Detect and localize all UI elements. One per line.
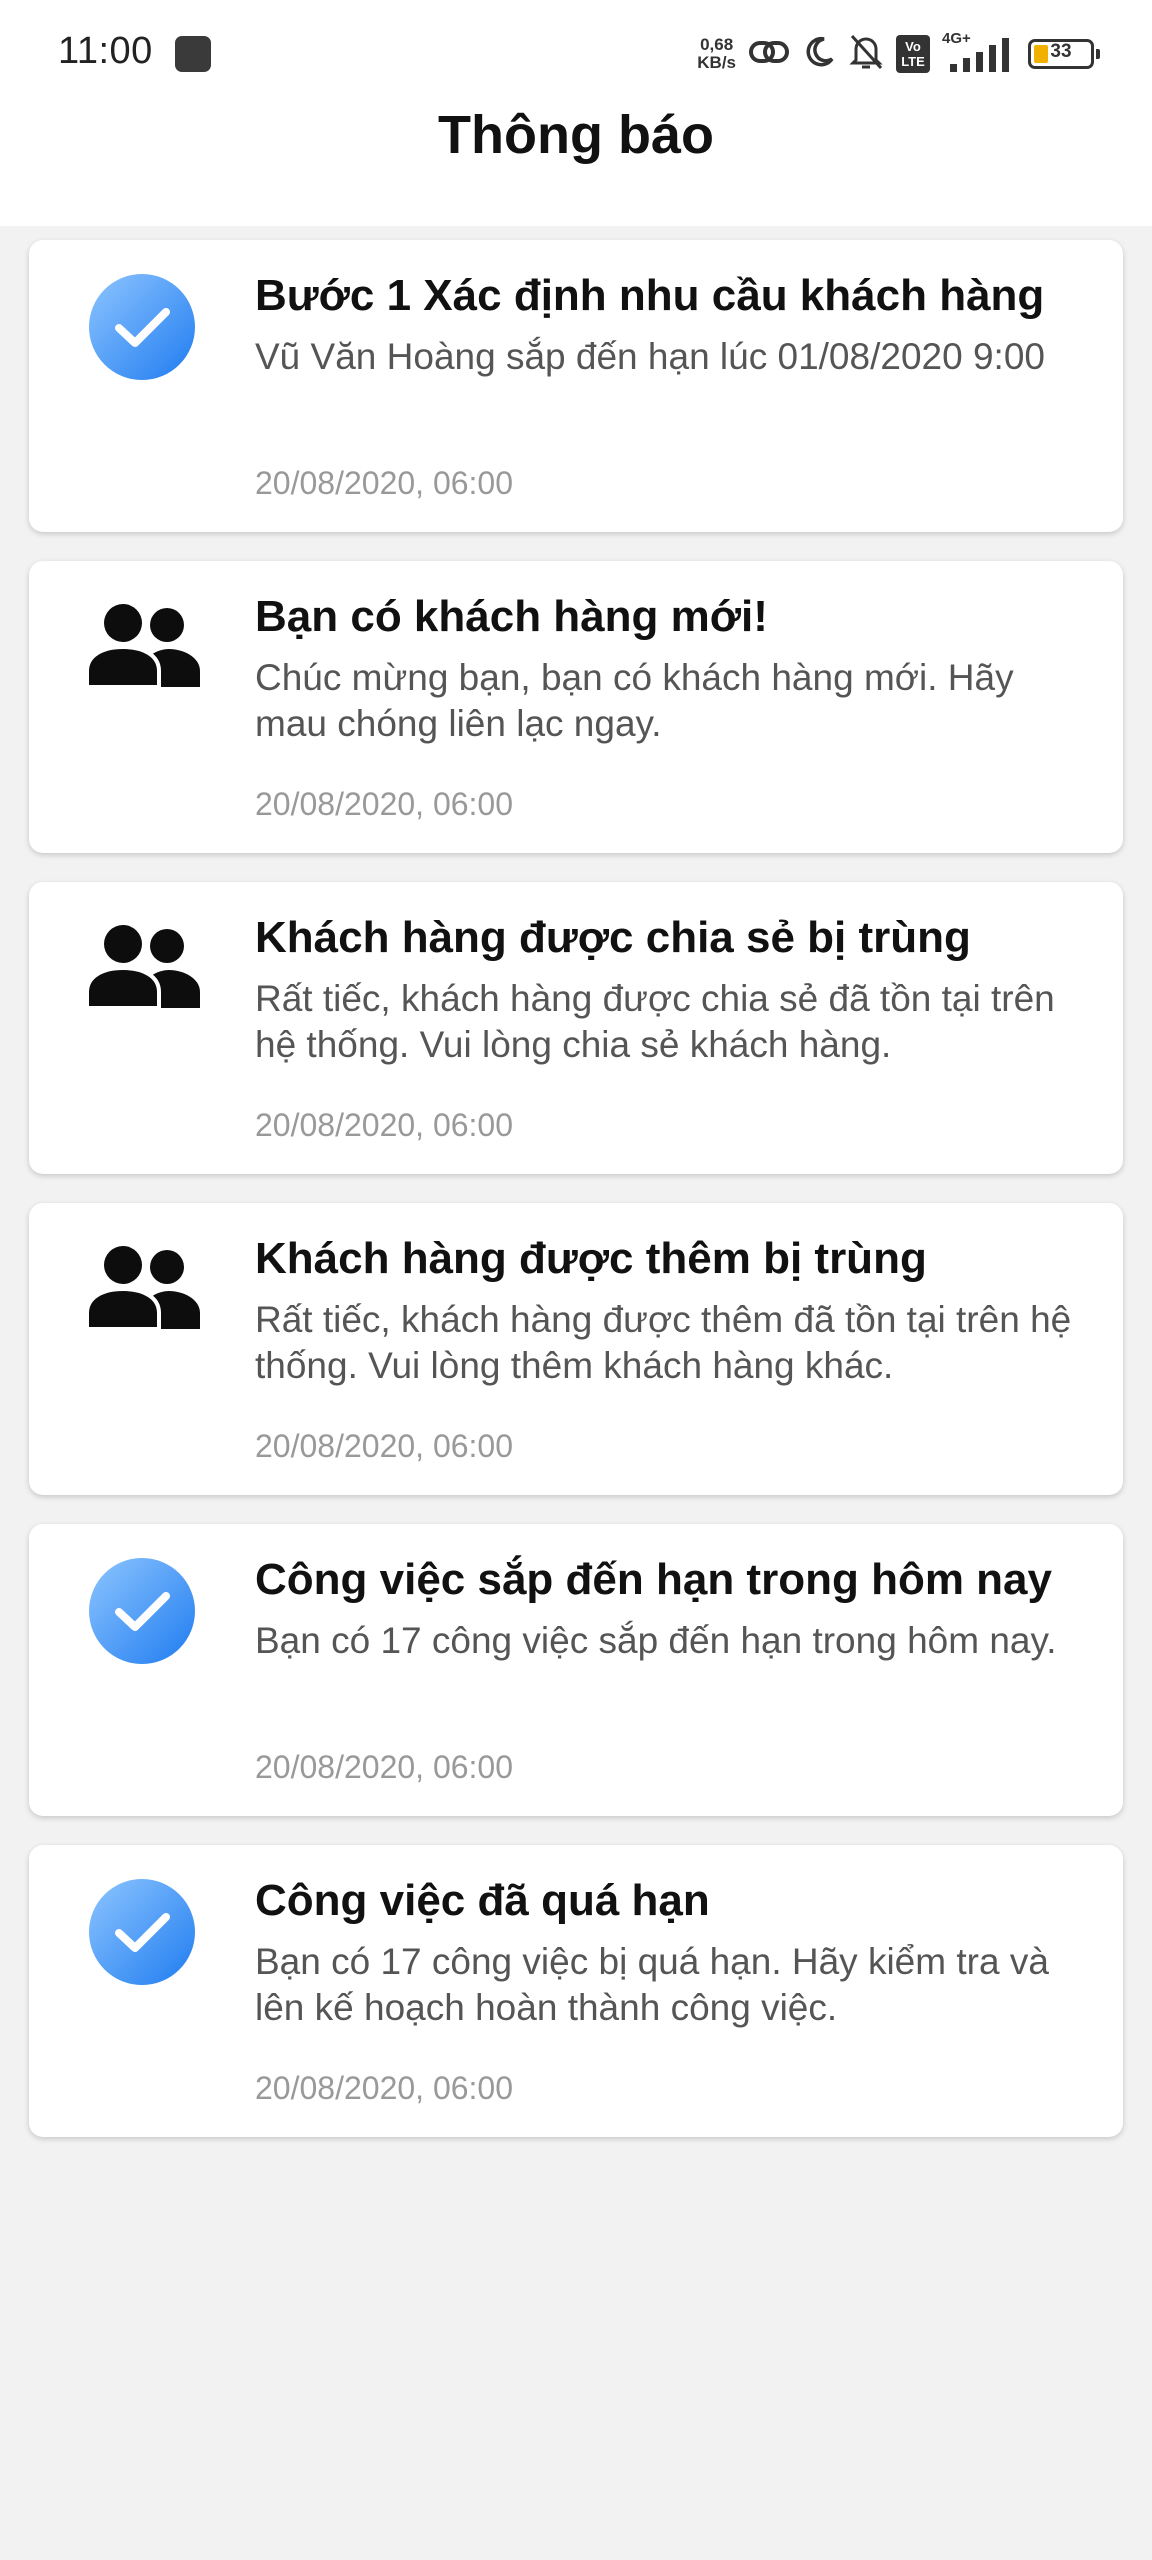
- battery-tip: [1096, 49, 1100, 59]
- notification-time: 20/08/2020, 06:00: [255, 2070, 514, 2106]
- notification-message: Chúc mừng bạn, bạn có khách hàng mới. Hã…: [255, 657, 1014, 744]
- notification-time: 20/08/2020, 06:00: [255, 1107, 514, 1143]
- notification-message: Bạn có 17 công việc sắp đến hạn trong hô…: [255, 1620, 1057, 1661]
- check-circle-icon: [89, 1558, 195, 1664]
- notification-card[interactable]: Bước 1 Xác định nhu cầu khách hàng Vũ Vă…: [29, 240, 1123, 532]
- check-circle-icon: [89, 1879, 195, 1985]
- notification-time: 20/08/2020, 06:00: [255, 1428, 514, 1464]
- notification-message: Bạn có 17 công việc bị quá hạn. Hãy kiểm…: [255, 1941, 1049, 2028]
- network-speed-unit: KB/s: [697, 53, 736, 72]
- notification-card[interactable]: Khách hàng được thêm bị trùng Rất tiếc, …: [29, 1203, 1123, 1495]
- notification-content: Khách hàng được chia sẻ bị trùng Rất tiế…: [255, 910, 1093, 1068]
- bell-off-icon: [848, 33, 884, 76]
- notification-title: Khách hàng được thêm bị trùng: [255, 1234, 927, 1283]
- check-circle-icon: [89, 274, 195, 380]
- app-notification-icon: [175, 36, 211, 72]
- volte-vo-label: Vo: [905, 39, 921, 54]
- notification-title: Khách hàng được chia sẻ bị trùng: [255, 913, 971, 962]
- network-type: 4G+: [942, 30, 971, 47]
- notification-list: Bước 1 Xác định nhu cầu khách hàng Vũ Vă…: [29, 240, 1123, 2166]
- notification-card[interactable]: Công việc sắp đến hạn trong hôm nay Bạn …: [29, 1524, 1123, 1816]
- notification-content: Công việc sắp đến hạn trong hôm nay Bạn …: [255, 1552, 1093, 1664]
- volte-icon: Vo LTE: [896, 35, 930, 73]
- network-speed: 0,68 KB/s: [697, 36, 736, 72]
- cell-signal-icon: 4G+: [942, 30, 1016, 74]
- notification-message: Rất tiếc, khách hàng được chia sẻ đã tồn…: [255, 978, 1055, 1065]
- notification-time: 20/08/2020, 06:00: [255, 465, 514, 501]
- moon-icon: [802, 35, 836, 74]
- notification-card[interactable]: Khách hàng được chia sẻ bị trùng Rất tiế…: [29, 882, 1123, 1174]
- notification-title: Bạn có khách hàng mới!: [255, 592, 768, 641]
- notification-message: Vũ Văn Hoàng sắp đến hạn lúc 01/08/2020 …: [255, 336, 1045, 377]
- users-icon: [87, 604, 200, 689]
- notification-title: Công việc đã quá hạn: [255, 1876, 710, 1925]
- notification-content: Bạn có khách hàng mới! Chúc mừng bạn, bạ…: [255, 589, 1093, 747]
- users-icon: [87, 925, 200, 1010]
- page-title: Thông báo: [438, 105, 714, 165]
- notification-content: Bước 1 Xác định nhu cầu khách hàng Vũ Vă…: [255, 268, 1093, 380]
- battery-icon: 33: [1028, 39, 1100, 69]
- status-bar: 11:00 0,68 KB/s Vo LTE 4G+ 33: [0, 0, 1152, 110]
- users-icon: [87, 1246, 200, 1331]
- notification-title: Bước 1 Xác định nhu cầu khách hàng: [255, 271, 1045, 320]
- battery-level: 33: [1050, 41, 1072, 62]
- link-icon: [748, 37, 790, 72]
- top-bar: 11:00 0,68 KB/s Vo LTE 4G+ 33 Thông báo: [0, 0, 1152, 226]
- network-speed-value: 0,68: [700, 35, 734, 54]
- notification-card[interactable]: Công việc đã quá hạn Bạn có 17 công việc…: [29, 1845, 1123, 2137]
- status-time: 11:00: [58, 30, 153, 72]
- notification-title: Công việc sắp đến hạn trong hôm nay: [255, 1555, 1052, 1604]
- status-indicators: 0,68 KB/s Vo LTE 4G+ 33: [697, 30, 1100, 78]
- notification-time: 20/08/2020, 06:00: [255, 786, 514, 822]
- notification-card[interactable]: Bạn có khách hàng mới! Chúc mừng bạn, bạ…: [29, 561, 1123, 853]
- notification-message: Rất tiếc, khách hàng được thêm đã tồn tạ…: [255, 1299, 1072, 1386]
- notification-time: 20/08/2020, 06:00: [255, 1749, 514, 1785]
- notification-content: Khách hàng được thêm bị trùng Rất tiếc, …: [255, 1231, 1093, 1389]
- volte-lte-label: LTE: [901, 54, 925, 69]
- notification-content: Công việc đã quá hạn Bạn có 17 công việc…: [255, 1873, 1093, 2031]
